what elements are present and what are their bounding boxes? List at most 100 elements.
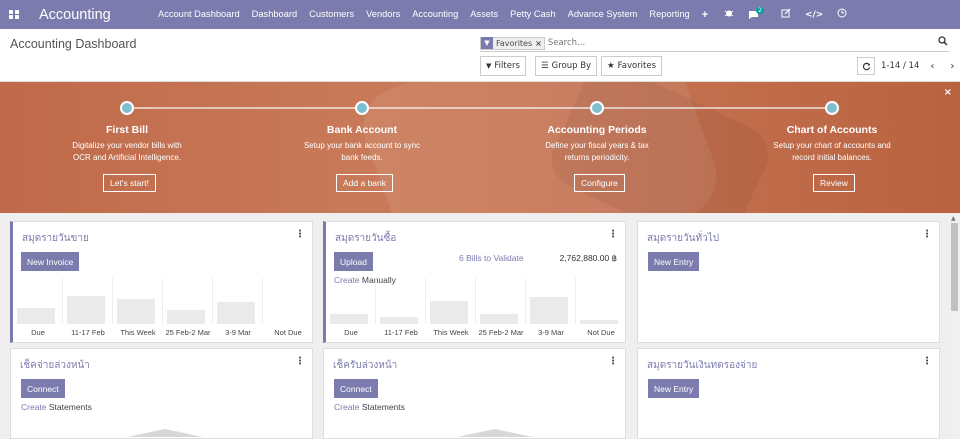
menu-item-dashboard[interactable]: Dashboard: [246, 9, 303, 21]
favorites-button[interactable]: ★ Favorites: [601, 56, 663, 76]
step-title[interactable]: Accounting Periods: [497, 124, 697, 136]
more-options-icon[interactable]: ⋮: [608, 356, 618, 367]
line-graph-placeholder: [457, 429, 533, 437]
graph-label: 11-17 Feb: [71, 328, 105, 337]
edit-icon[interactable]: [781, 8, 791, 21]
messages-icon[interactable]: 2: [748, 7, 767, 20]
pager-next-icon[interactable]: ›: [945, 61, 959, 72]
journal-card-sales[interactable]: สมุดรายวันขาย ⋮ New Invoice Due 11-17 Feb…: [10, 221, 313, 343]
add-bank-button[interactable]: Add a bank: [336, 174, 394, 192]
more-options-icon[interactable]: ⋮: [295, 356, 305, 367]
graph-bar[interactable]: [167, 310, 205, 324]
sales-bar-graph[interactable]: [13, 278, 313, 324]
systray: 2 </>: [724, 7, 847, 21]
step-description-line: record initial balances.: [792, 153, 872, 162]
pager: 1-14 / 14 ‹ ›: [857, 57, 959, 75]
close-icon[interactable]: ×: [944, 87, 952, 98]
step-dot: [590, 101, 604, 115]
journal-card-general[interactable]: สมุดรายวันทั่วไป ⋮ New Entry: [637, 221, 940, 343]
more-options-icon[interactable]: ⋮: [608, 229, 618, 240]
journal-title[interactable]: สมุดรายวันเงินทดรองจ่าย: [647, 358, 757, 373]
funnel-icon: ▼: [486, 62, 492, 70]
refresh-icon[interactable]: [857, 57, 875, 75]
journal-title[interactable]: สมุดรายวันทั่วไป: [647, 231, 719, 246]
graph-bar[interactable]: [67, 296, 105, 324]
graph-label: Not Due: [587, 328, 615, 337]
journal-title[interactable]: สมุดรายวันขาย: [22, 231, 89, 246]
page-scrollbar[interactable]: ▲: [949, 213, 960, 439]
purchase-graph-labels: Due 11-17 Feb This Week 25 Feb-2 Mar 3-9 Mar…: [326, 328, 626, 342]
code-icon[interactable]: </>: [805, 10, 823, 20]
step-title[interactable]: First Bill: [27, 124, 227, 136]
create-statements-text: Create Statements: [21, 402, 92, 412]
search-input[interactable]: [547, 38, 949, 48]
graph-bar[interactable]: [17, 307, 55, 324]
menu-item-accounting[interactable]: Accounting: [406, 9, 464, 21]
graph-bar[interactable]: [117, 298, 155, 324]
graph-column: [113, 278, 163, 324]
graph-label: This Week: [433, 328, 469, 337]
menu-item-petty-cash[interactable]: Petty Cash: [504, 9, 561, 21]
lets-start-button[interactable]: Let's start!: [103, 174, 156, 192]
more-options-icon[interactable]: ⋮: [295, 229, 305, 240]
search-facet[interactable]: ▼ Favorites ×: [480, 36, 545, 50]
app-brand[interactable]: Accounting: [39, 7, 132, 23]
graph-label: Due: [344, 328, 358, 337]
main-menu: Account Dashboard Dashboard Customers Ve…: [152, 9, 714, 21]
bills-to-validate-link[interactable]: 6 Bills to Validate: [459, 253, 524, 263]
graph-bar[interactable]: [430, 301, 468, 324]
configure-button[interactable]: Configure: [574, 174, 625, 192]
apps-menu-icon[interactable]: [0, 0, 28, 29]
bills-amount: 2,762,880.00 ฿: [559, 253, 617, 263]
scroll-up-icon[interactable]: ▲: [951, 215, 956, 222]
menu-item-customers[interactable]: Customers: [303, 9, 360, 21]
create-link[interactable]: Create: [21, 402, 47, 412]
menu-item-vendors[interactable]: Vendors: [360, 9, 406, 21]
remove-facet-icon[interactable]: ×: [535, 39, 542, 48]
graph-bar[interactable]: [330, 313, 368, 324]
pager-value[interactable]: 1-14 / 14: [881, 61, 919, 71]
scrollbar-thumb[interactable]: [951, 223, 958, 311]
purchase-bar-graph[interactable]: [326, 278, 626, 324]
top-navbar: Accounting Account Dashboard Dashboard C…: [0, 0, 960, 29]
filters-button[interactable]: ▼ Filters: [480, 56, 526, 76]
create-link[interactable]: Create: [334, 402, 360, 412]
step-title[interactable]: Chart of Accounts: [732, 124, 932, 136]
upload-button[interactable]: Upload: [334, 252, 373, 271]
more-options-icon[interactable]: ⋮: [922, 229, 932, 240]
search-icon[interactable]: [938, 36, 948, 49]
connect-button[interactable]: Connect: [334, 379, 378, 398]
journal-title[interactable]: เช็ครับล่วงหน้า: [333, 358, 397, 373]
step-title[interactable]: Bank Account: [262, 124, 462, 136]
groupby-button[interactable]: ☰ Group By: [535, 56, 598, 76]
menu-item-account-dashboard[interactable]: Account Dashboard: [152, 9, 246, 21]
menu-item-assets[interactable]: Assets: [464, 9, 504, 21]
journal-title[interactable]: เช็คจ่ายล่วงหน้า: [20, 358, 90, 373]
journal-card-purchase[interactable]: สมุดรายวันซื้อ ⋮ Upload 6 Bills to Valid…: [323, 221, 626, 343]
step-description-line: OCR and Artificial Intelligence.: [72, 153, 182, 162]
pager-previous-icon[interactable]: ‹: [925, 61, 939, 72]
menu-item-advance-system[interactable]: Advance System: [562, 9, 644, 21]
plus-icon[interactable]: +: [696, 9, 714, 21]
new-entry-button[interactable]: New Entry: [648, 379, 700, 398]
new-invoice-button[interactable]: New Invoice: [21, 252, 80, 271]
review-button[interactable]: Review: [813, 174, 855, 192]
graph-bar[interactable]: [380, 317, 418, 324]
more-options-icon[interactable]: ⋮: [922, 356, 932, 367]
new-entry-button[interactable]: New Entry: [648, 252, 700, 271]
graph-bar[interactable]: [580, 320, 618, 324]
journal-card-petty-cash[interactable]: สมุดรายวันเงินทดรองจ่าย ⋮ New Entry: [637, 348, 940, 439]
onboarding-progress-line: [127, 107, 833, 109]
graph-bar[interactable]: [217, 301, 255, 324]
journal-card-cheque-out[interactable]: เช็คจ่ายล่วงหน้า ⋮ Connect Create Statem…: [10, 348, 313, 439]
graph-column: [576, 278, 626, 324]
journal-title[interactable]: สมุดรายวันซื้อ: [335, 231, 396, 246]
graph-bar[interactable]: [530, 297, 568, 324]
bug-icon[interactable]: [724, 8, 734, 21]
graph-bar[interactable]: [480, 313, 518, 324]
connect-button[interactable]: Connect: [21, 379, 65, 398]
journal-card-cheque-in[interactable]: เช็ครับล่วงหน้า ⋮ Connect Create Stateme…: [323, 348, 626, 439]
menu-item-reporting[interactable]: Reporting: [643, 9, 695, 21]
step-description: Setup your chart of accounts and record …: [732, 140, 932, 164]
clock-icon[interactable]: [837, 8, 847, 21]
